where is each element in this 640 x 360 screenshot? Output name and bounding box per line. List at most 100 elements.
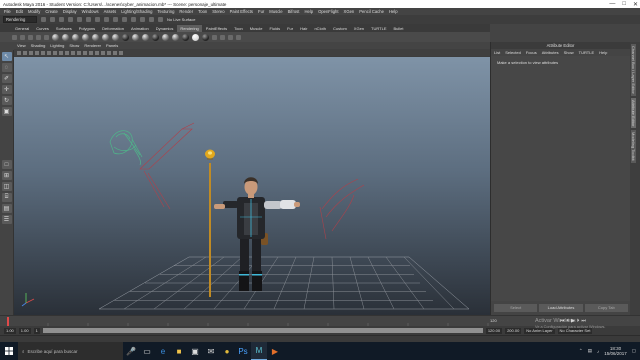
snap-point-icon[interactable] bbox=[122, 17, 127, 22]
scale-tool-icon[interactable]: ▣ bbox=[1, 107, 12, 116]
image-plane-icon[interactable] bbox=[29, 50, 33, 55]
menu-item[interactable]: Pencil Cache bbox=[359, 9, 384, 14]
maya-taskbar-icon[interactable]: M bbox=[251, 342, 267, 360]
layout-persp-outliner-icon[interactable]: ◫ bbox=[1, 182, 12, 191]
gate-mask-icon[interactable] bbox=[53, 50, 57, 55]
select-by-component-icon[interactable] bbox=[95, 17, 100, 22]
menu-item[interactable]: OpenFlight bbox=[318, 9, 338, 14]
menu-set-select[interactable]: Rendering bbox=[3, 16, 37, 23]
folder-icon[interactable] bbox=[41, 17, 46, 22]
layout-four-icon[interactable]: ⊞ bbox=[1, 171, 12, 180]
ambient-light-icon[interactable] bbox=[44, 34, 49, 40]
ae-menu-item[interactable]: Show bbox=[564, 50, 574, 55]
material-sphere-icon[interactable] bbox=[92, 33, 99, 41]
directional-light-icon[interactable] bbox=[28, 34, 33, 40]
shelf-tab[interactable]: Fur bbox=[284, 25, 296, 32]
select-by-hierarchy-icon[interactable] bbox=[77, 17, 82, 22]
shadows-icon[interactable] bbox=[101, 50, 105, 55]
shelf-tab[interactable]: General bbox=[12, 25, 32, 32]
frame-label[interactable]: 1 bbox=[33, 327, 40, 334]
render-view-icon[interactable] bbox=[212, 34, 217, 40]
viewport-menu-item[interactable]: Shading bbox=[31, 43, 46, 48]
shelf-tab[interactable]: Polygons bbox=[76, 25, 98, 32]
wireframe-on-shaded-icon[interactable] bbox=[83, 50, 87, 55]
live-surface-label[interactable]: No Live Surface bbox=[167, 17, 195, 22]
shelf-tab[interactable]: Dynamics bbox=[153, 25, 177, 32]
material-sphere-dark-icon[interactable] bbox=[152, 33, 159, 41]
task-view-icon[interactable]: ▭ bbox=[139, 342, 155, 360]
shelf-tab[interactable]: Animation bbox=[128, 25, 152, 32]
menu-item[interactable]: Display bbox=[63, 9, 77, 14]
taskbar-search[interactable]: ⌕ Escribe aquí para buscar bbox=[18, 342, 123, 360]
camera-attributes-icon[interactable] bbox=[17, 50, 21, 55]
viewport-menu-item[interactable]: View bbox=[17, 43, 26, 48]
notifications-icon[interactable]: ▢ bbox=[632, 348, 636, 354]
select-button[interactable]: Select bbox=[494, 304, 538, 312]
clock[interactable]: 18:30 15/06/2017 bbox=[604, 346, 627, 356]
snap-curve-icon[interactable] bbox=[113, 17, 118, 22]
range-start-field[interactable]: 1.00 bbox=[4, 327, 16, 334]
shelf-tab[interactable]: Curves bbox=[33, 25, 52, 32]
material-sphere-icon[interactable] bbox=[82, 33, 89, 41]
shelf-tab[interactable]: XGen bbox=[351, 25, 367, 32]
chrome-icon[interactable]: ● bbox=[219, 342, 235, 360]
lasso-tool-icon[interactable]: ◌ bbox=[1, 63, 12, 72]
viewport-menu-item[interactable]: Lighting bbox=[50, 43, 64, 48]
history-icon[interactable] bbox=[131, 17, 136, 22]
isolate-select-icon[interactable] bbox=[113, 50, 117, 55]
range-bar[interactable] bbox=[42, 328, 483, 333]
material-sphere-icon[interactable] bbox=[52, 33, 59, 41]
menu-item[interactable]: Render bbox=[179, 9, 193, 14]
ae-menu-item[interactable]: Selected bbox=[505, 50, 521, 55]
material-sphere-icon[interactable] bbox=[142, 33, 149, 41]
move-tool-icon[interactable]: ✛ bbox=[1, 85, 12, 94]
shelf-tab[interactable]: Custom bbox=[330, 25, 350, 32]
hypershade-icon[interactable] bbox=[220, 34, 225, 40]
menu-item[interactable]: XGen bbox=[344, 9, 355, 14]
shelf-tab[interactable]: Fluids bbox=[266, 25, 283, 32]
ae-menu-item[interactable]: TURTLE bbox=[579, 50, 594, 55]
file-explorer-icon[interactable]: ■ bbox=[171, 342, 187, 360]
field-chart-icon[interactable] bbox=[59, 50, 63, 55]
menu-item[interactable]: Edit bbox=[16, 9, 23, 14]
material-sphere-icon[interactable] bbox=[102, 33, 109, 41]
side-tab-channel-box[interactable]: Channel Box / Layer Editor bbox=[631, 44, 636, 96]
range-end-field[interactable]: 200.00 bbox=[505, 327, 522, 334]
shelf-tab[interactable]: nCloth bbox=[311, 25, 329, 32]
ae-menu-item[interactable]: List bbox=[494, 50, 500, 55]
close-button[interactable]: ✕ bbox=[633, 1, 638, 8]
textured-icon[interactable] bbox=[89, 50, 93, 55]
material-sphere-icon[interactable] bbox=[72, 33, 79, 41]
menu-item[interactable]: Help bbox=[304, 9, 313, 14]
ipr-render-icon[interactable] bbox=[149, 17, 154, 22]
ambient-occlusion-icon[interactable] bbox=[107, 50, 111, 55]
bookmark-icon[interactable] bbox=[23, 50, 27, 55]
menu-item[interactable]: Help bbox=[389, 9, 398, 14]
menu-item[interactable]: Texturing bbox=[157, 9, 174, 14]
material-sphere-dark-icon[interactable] bbox=[122, 33, 129, 41]
shelf-tab-rendering[interactable]: Rendering bbox=[177, 24, 202, 32]
perspective-viewport[interactable] bbox=[14, 57, 490, 315]
media-player-icon[interactable]: ▶ bbox=[267, 342, 283, 360]
ae-menu-item[interactable]: Help bbox=[599, 50, 607, 55]
layout-outliner-icon[interactable]: ☰ bbox=[1, 215, 12, 224]
film-gate-icon[interactable] bbox=[41, 50, 45, 55]
material-sphere-icon[interactable] bbox=[172, 33, 179, 41]
load-attributes-button[interactable]: Load Attributes bbox=[539, 304, 583, 312]
safe-action-icon[interactable] bbox=[65, 50, 69, 55]
xray-icon[interactable] bbox=[119, 50, 123, 55]
shelf-tab[interactable]: PaintEffects bbox=[203, 25, 230, 32]
layout-single-icon[interactable]: □ bbox=[1, 160, 12, 169]
menu-item[interactable]: Stereo bbox=[212, 9, 224, 14]
menu-item[interactable]: Toon bbox=[198, 9, 207, 14]
network-icon[interactable]: ▤ bbox=[588, 348, 592, 354]
ae-menu-item[interactable]: Focus bbox=[526, 50, 537, 55]
minimize-button[interactable]: — bbox=[609, 1, 615, 7]
smooth-shade-icon[interactable] bbox=[77, 50, 81, 55]
microphone-icon[interactable]: 🎤 bbox=[123, 342, 139, 360]
shelf-tab[interactable]: Muscle bbox=[247, 25, 266, 32]
redo-icon[interactable] bbox=[68, 17, 73, 22]
menu-item[interactable]: Fur bbox=[258, 9, 264, 14]
command-line[interactable] bbox=[0, 335, 640, 342]
viewport-menu-item[interactable]: Renderer bbox=[84, 43, 101, 48]
